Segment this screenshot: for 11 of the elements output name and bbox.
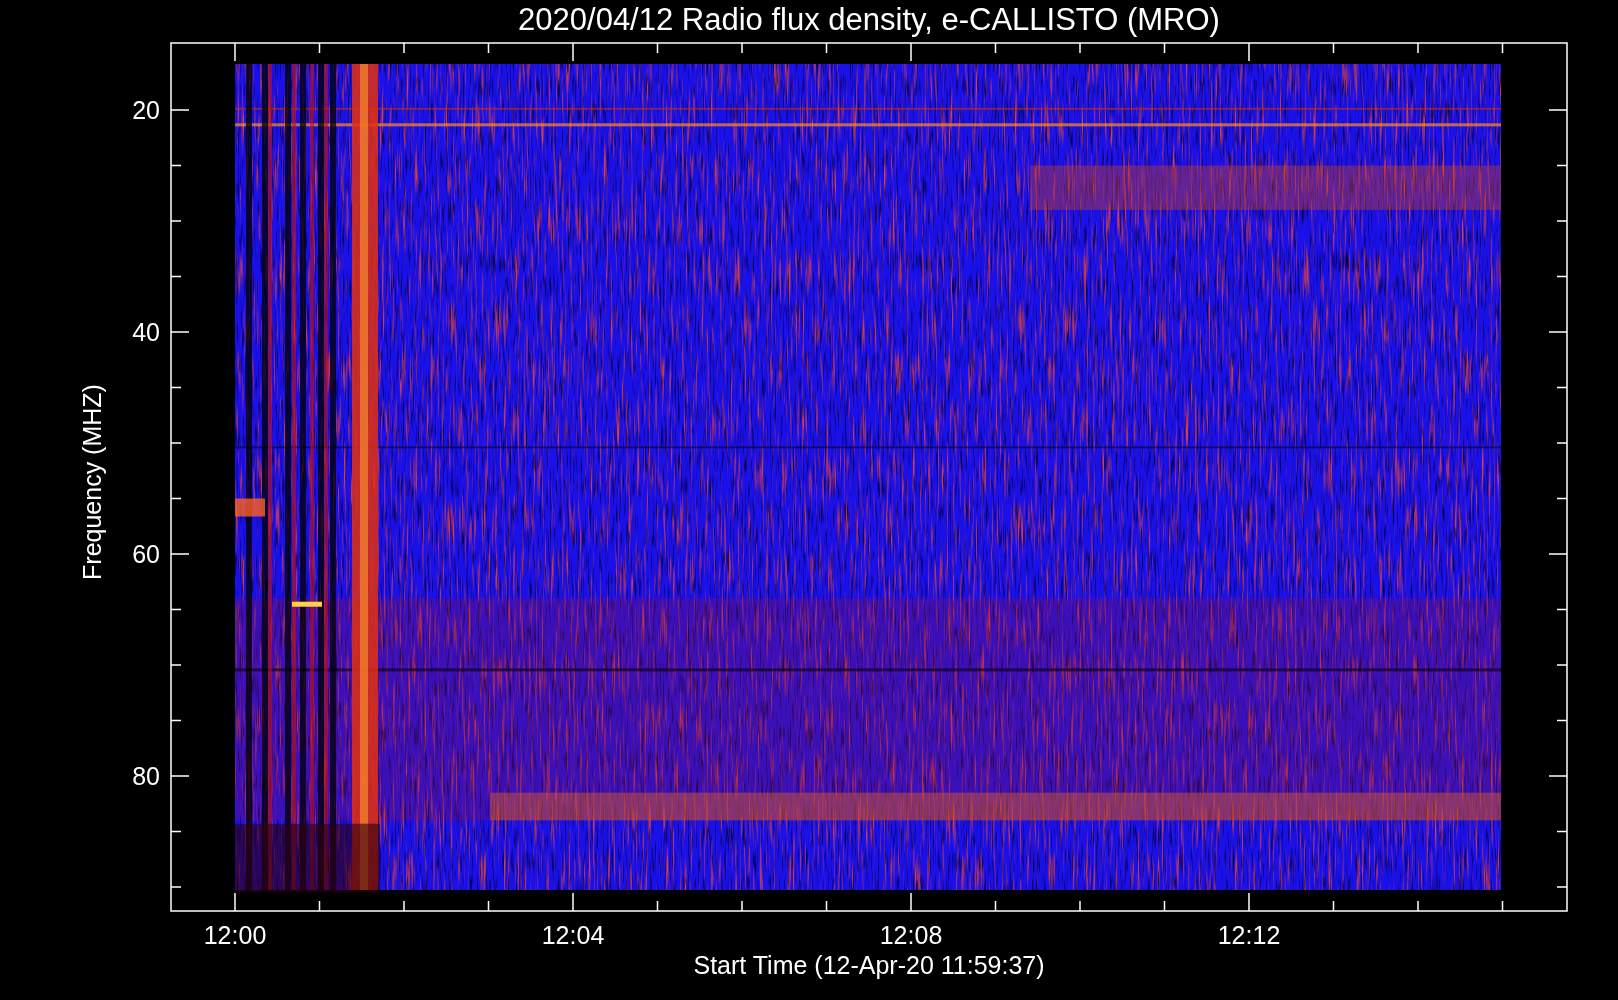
x-tick-label: 12:00 — [203, 921, 267, 949]
y-tick-label: 40 — [132, 318, 160, 346]
y-tick-label: 20 — [132, 96, 160, 124]
x-tick-label: 12:04 — [541, 921, 605, 949]
y-axis-label: Frequency (MHZ) — [78, 384, 106, 580]
x-tick-label: 12:08 — [879, 921, 943, 949]
y-tick-label: 60 — [132, 540, 160, 568]
x-axis-label: Start Time (12-Apr-20 11:59:37) — [693, 951, 1045, 979]
y-tick-label: 80 — [132, 762, 160, 790]
x-tick-label: 12:12 — [1217, 921, 1281, 949]
chart-title: 2020/04/12 Radio flux density, e-CALLISTO (MRO) — [518, 2, 1220, 37]
